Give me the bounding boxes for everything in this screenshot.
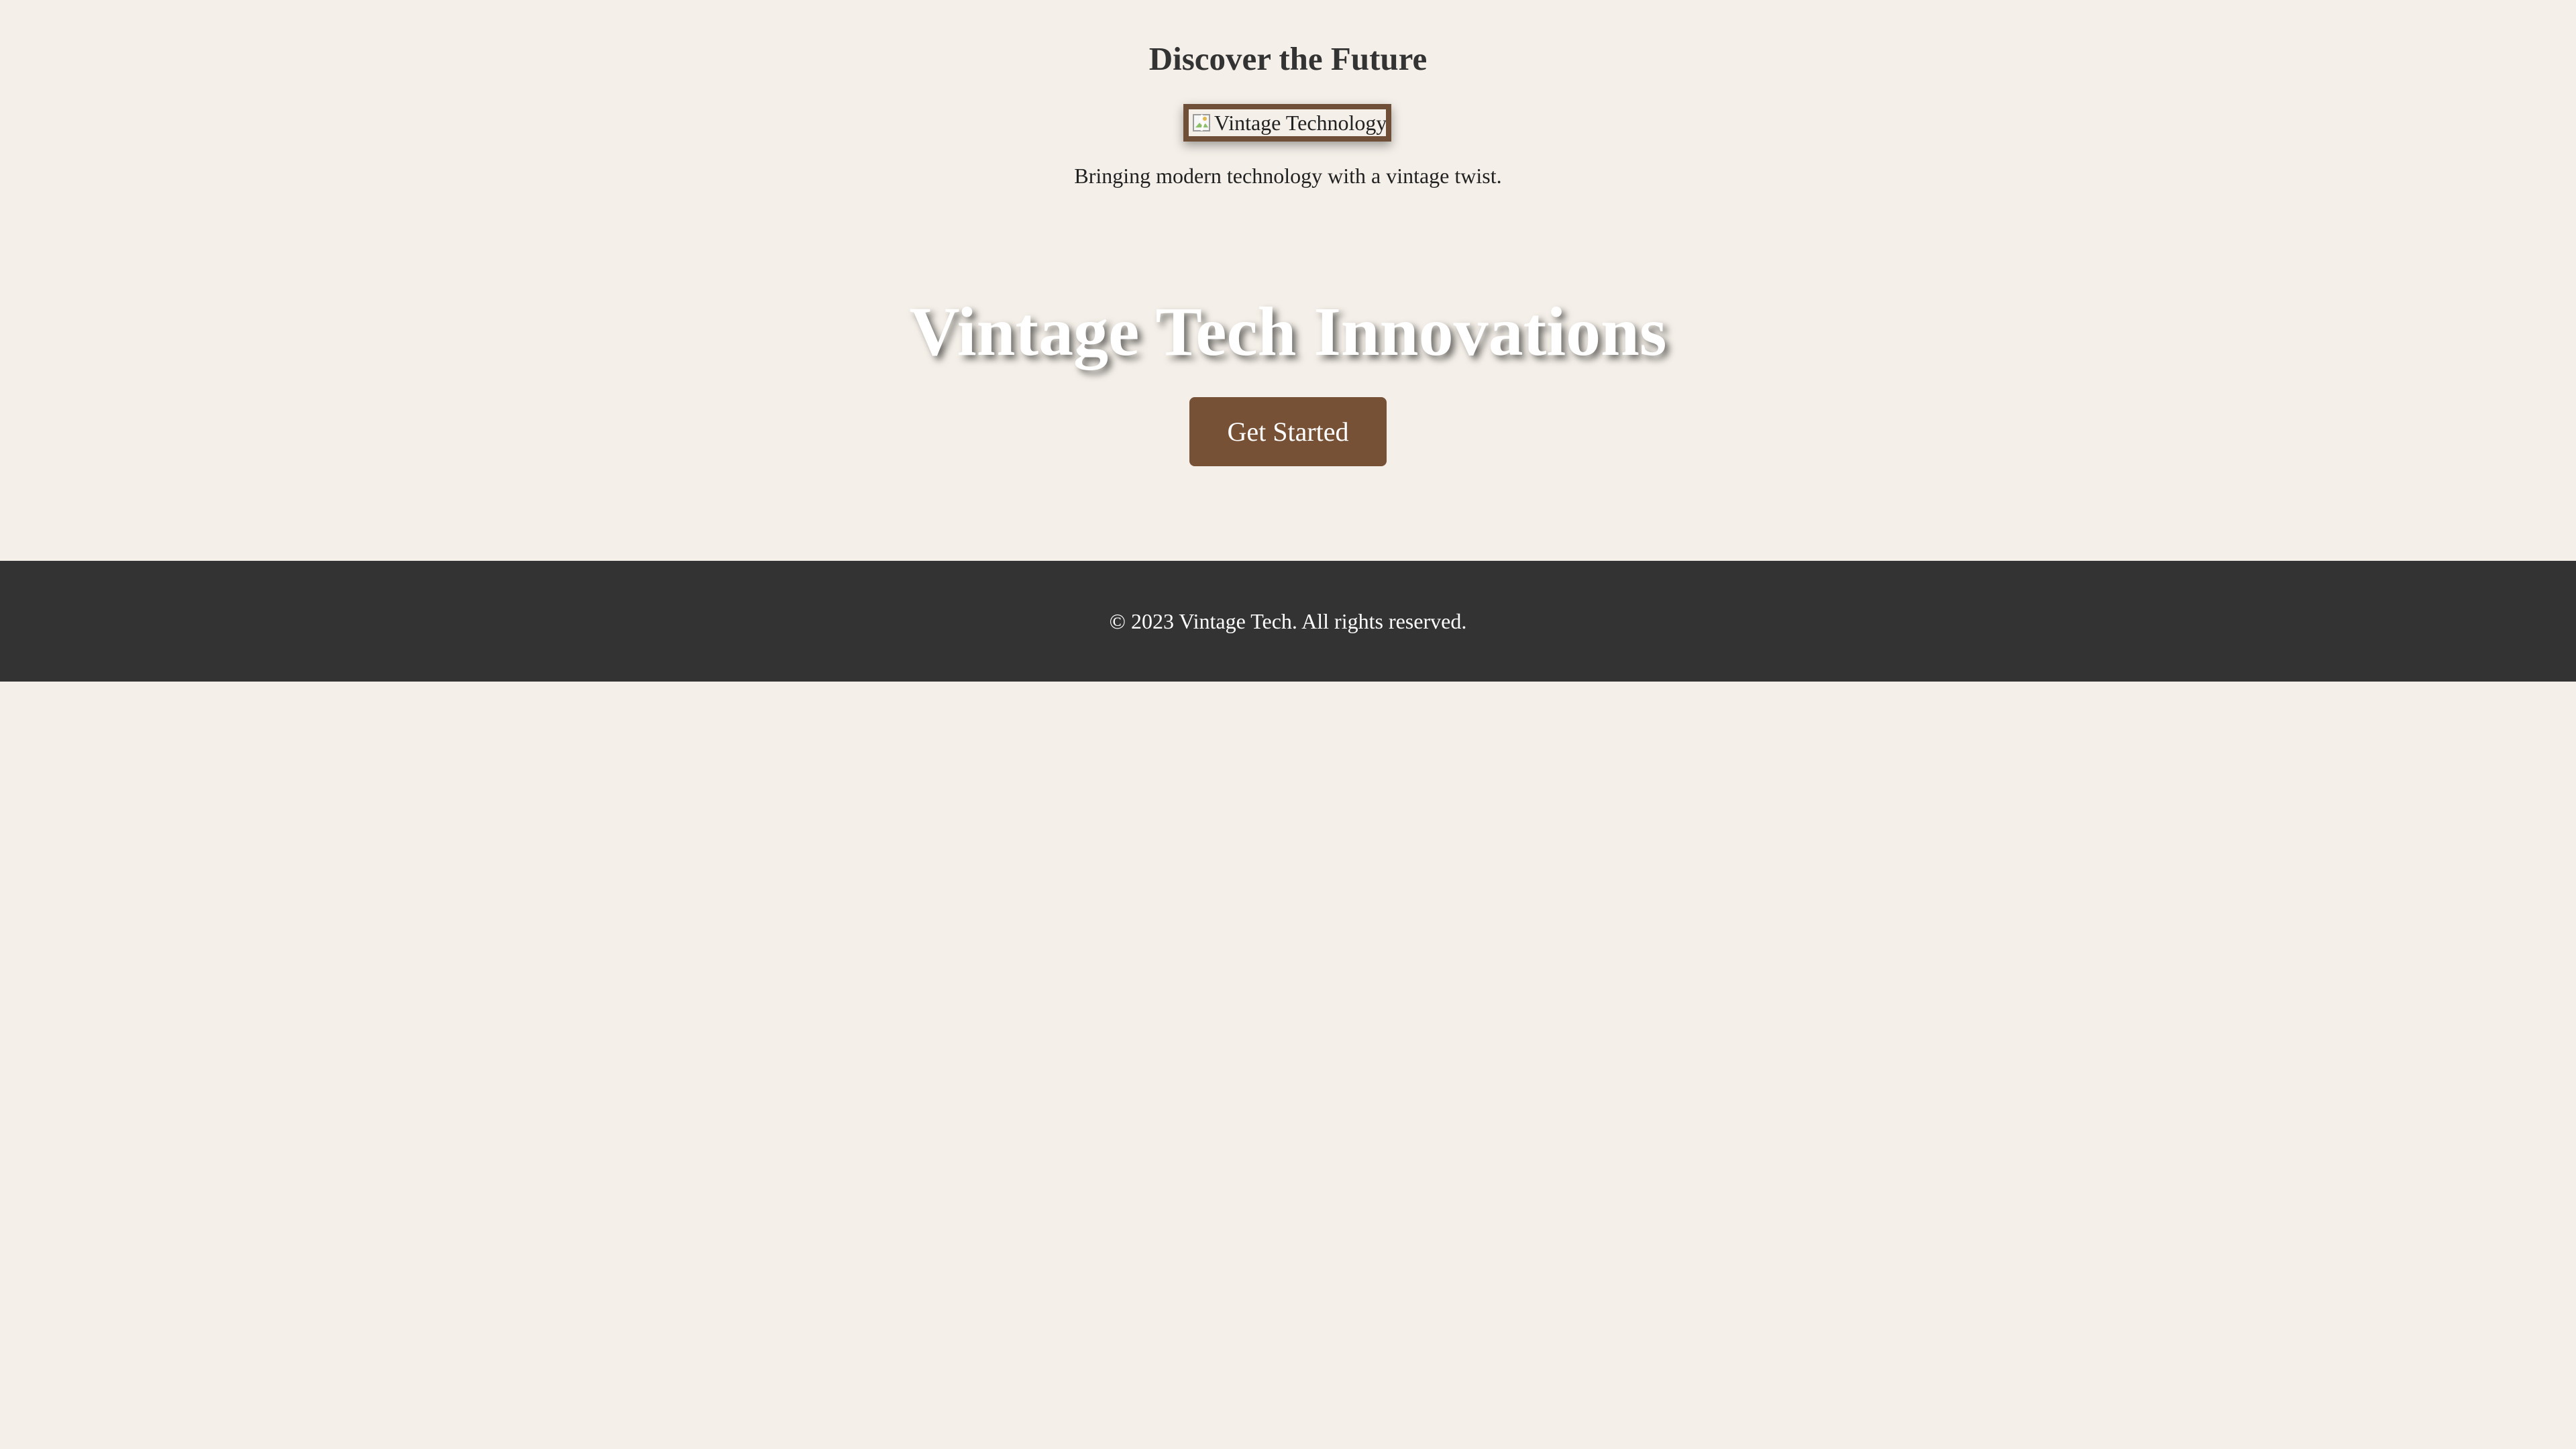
broken-image-icon	[1191, 113, 1212, 133]
intro-title: Discover the Future	[1148, 40, 1428, 77]
page: Discover the Future Vintage Technology B…	[0, 0, 2576, 1449]
vintage-technology-image: Vintage Technology	[1183, 104, 1391, 142]
intro-description: Bringing modern technology with a vintag…	[1074, 164, 1502, 188]
hero-title: Vintage Tech Innovations	[909, 293, 1667, 370]
get-started-button[interactable]: Get Started	[1189, 397, 1387, 466]
site-footer: © 2023 Vintage Tech. All rights reserved…	[0, 561, 2576, 682]
image-alt-text: Vintage Technology	[1214, 111, 1387, 135]
copyright-text: © 2023 Vintage Tech. All rights reserved…	[1109, 609, 1467, 633]
